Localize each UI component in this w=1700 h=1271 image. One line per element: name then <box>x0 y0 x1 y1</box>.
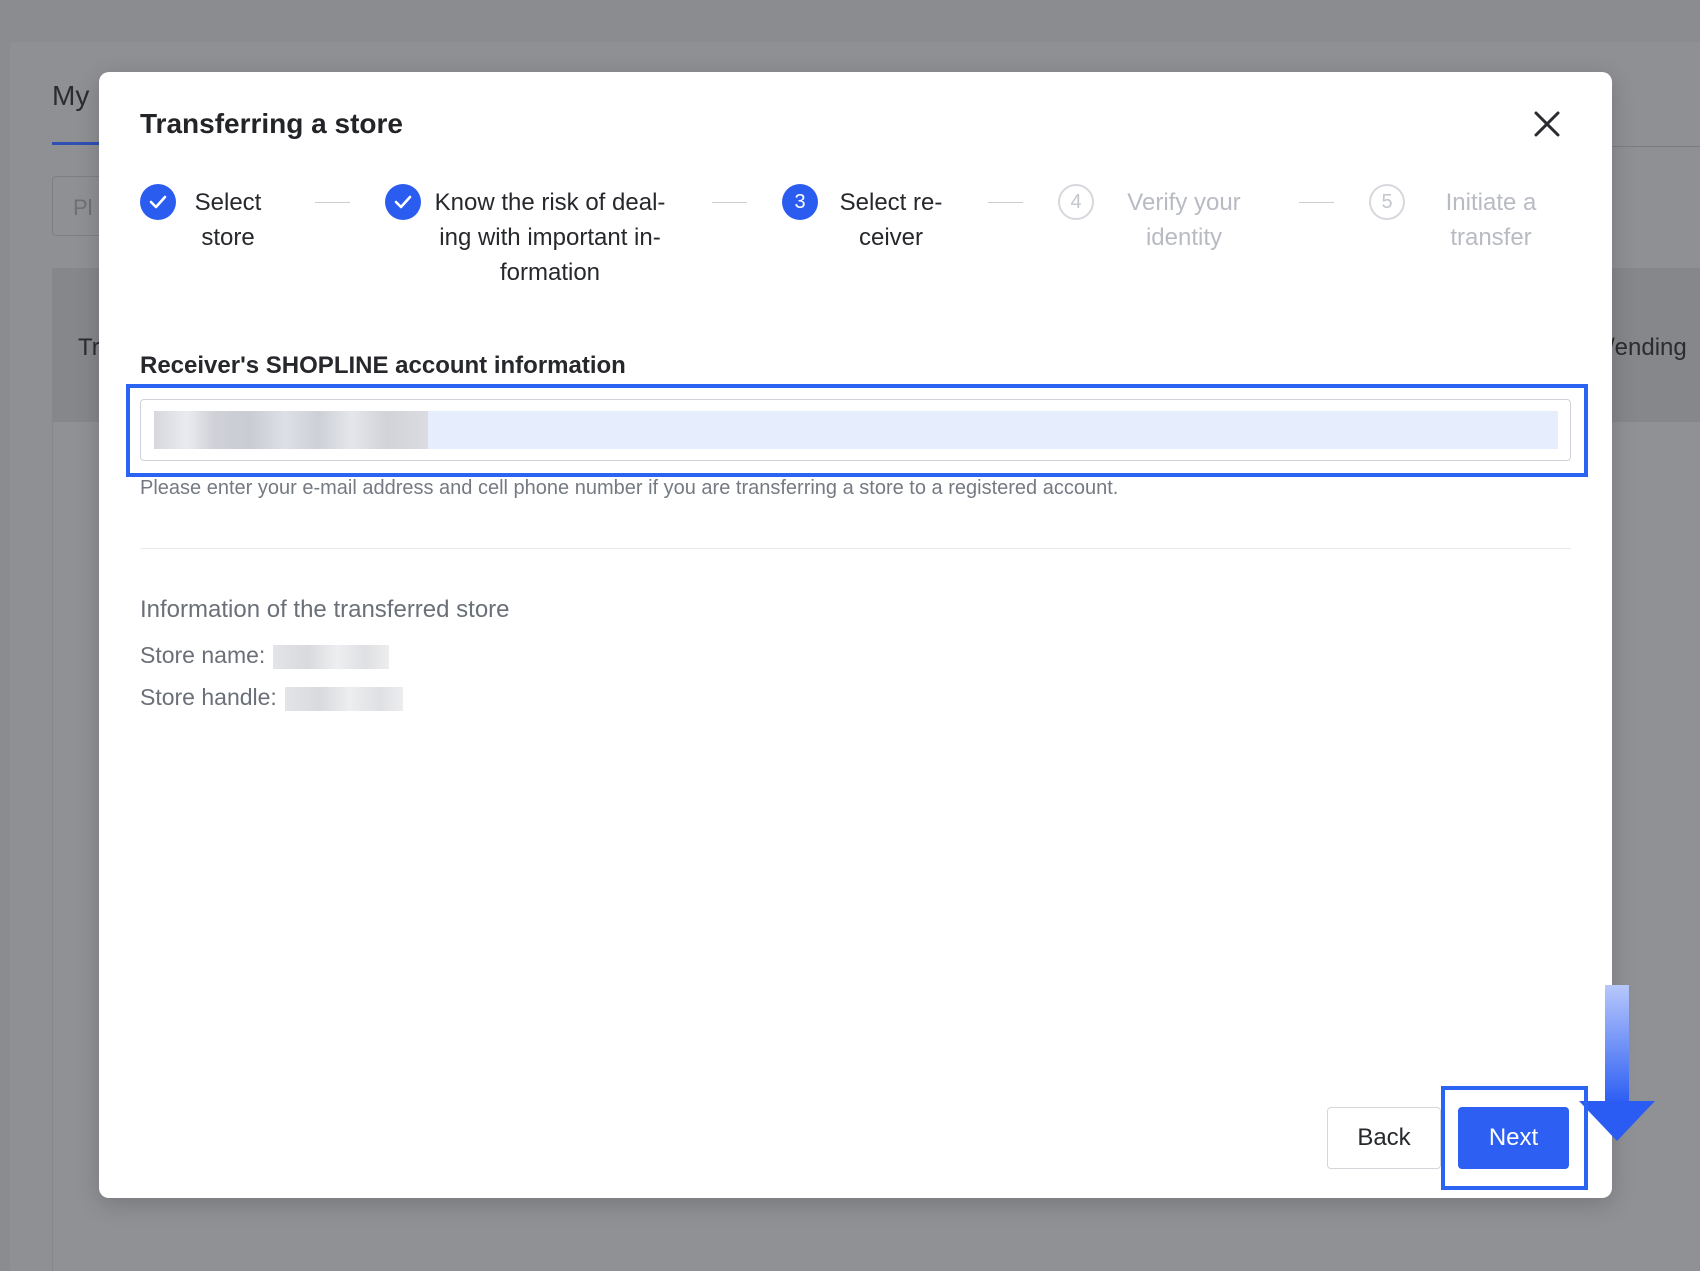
step-number: 3 <box>782 184 818 220</box>
section-divider <box>140 548 1571 549</box>
redacted-store-handle <box>284 686 403 711</box>
step-number: 5 <box>1369 184 1405 220</box>
background-divider <box>1600 146 1700 147</box>
store-handle-row: Store handle: <box>140 684 403 711</box>
step-connector <box>988 202 1023 203</box>
step-label: Select store <box>194 189 262 251</box>
background-column-header: Tr <box>78 334 100 361</box>
step-label: Select re- ceiver <box>839 189 943 251</box>
next-button[interactable]: Next <box>1458 1107 1569 1169</box>
receiver-hint-text: Please enter your e-mail address and cel… <box>140 477 1119 499</box>
transfer-store-modal: Transferring a store Select store Know t… <box>99 72 1655 1198</box>
step-connector <box>315 202 350 203</box>
check-icon <box>385 184 421 220</box>
close-button[interactable] <box>1529 106 1565 142</box>
background-column-header-right: /ending <box>1608 334 1687 361</box>
step-label: Know the risk of deal- ing with importan… <box>434 189 666 286</box>
step-number: 4 <box>1058 184 1094 220</box>
receiver-account-input[interactable] <box>140 399 1571 461</box>
redacted-store-name <box>273 644 390 669</box>
background-page-title: My <box>52 80 90 111</box>
redacted-value <box>154 411 428 449</box>
step-label: Verify your identity <box>1127 189 1241 251</box>
check-icon <box>140 184 176 220</box>
arrow-down-icon <box>1579 985 1655 1141</box>
store-info-title: Information of the transferred store <box>140 596 510 623</box>
close-icon <box>1534 111 1560 137</box>
step-connector <box>1299 202 1334 203</box>
store-handle-label: Store handle: <box>140 684 277 710</box>
store-name-label: Store name: <box>140 642 266 668</box>
modal-title: Transferring a store <box>140 108 403 139</box>
step-label: Initiate a transfer <box>1445 189 1537 251</box>
receiver-account-label: Receiver's SHOPLINE account information <box>140 352 626 379</box>
store-name-row: Store name: <box>140 642 390 669</box>
back-button[interactable]: Back <box>1327 1107 1441 1169</box>
step-connector <box>712 202 747 203</box>
